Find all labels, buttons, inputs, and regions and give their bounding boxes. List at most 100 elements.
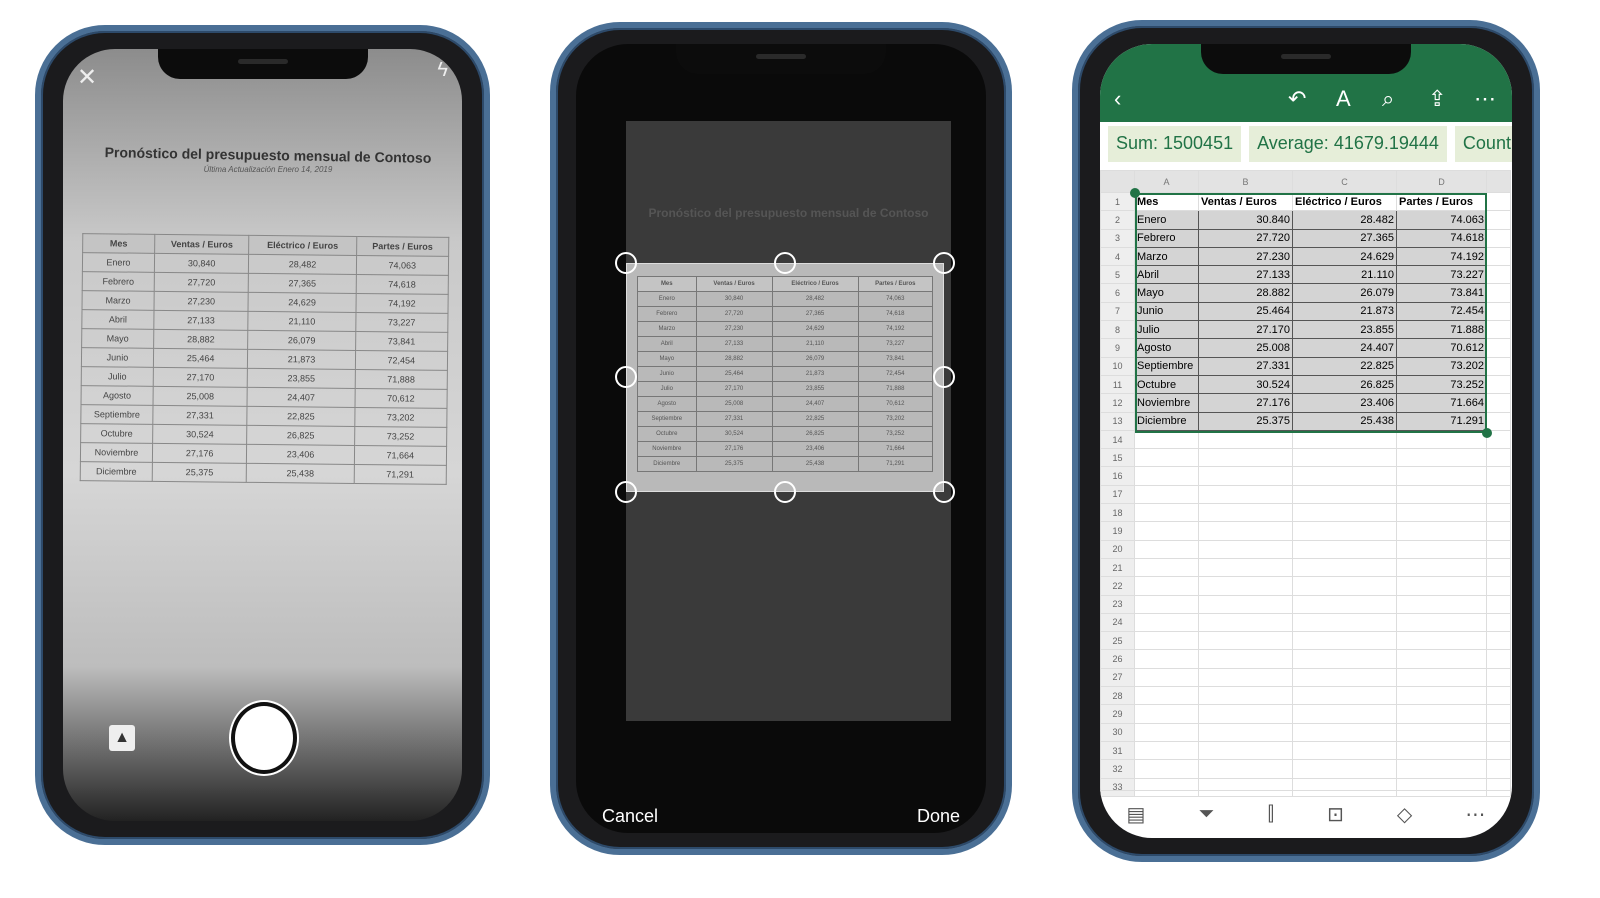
cell[interactable] <box>1292 448 1397 468</box>
cell[interactable] <box>1486 576 1511 596</box>
cell[interactable] <box>1486 466 1511 486</box>
cell[interactable]: 26.825 <box>1292 374 1397 395</box>
cell[interactable] <box>1134 448 1199 468</box>
cell[interactable]: 27.133 <box>1198 265 1293 285</box>
cell[interactable] <box>1198 631 1293 651</box>
cell[interactable]: 25.375 <box>1198 411 1293 431</box>
cell[interactable] <box>1292 484 1397 505</box>
cell[interactable] <box>1198 704 1293 724</box>
crop-handle[interactable] <box>615 481 637 503</box>
cell[interactable] <box>1134 503 1199 523</box>
cell[interactable] <box>1486 356 1511 376</box>
cell[interactable]: 24.407 <box>1292 338 1397 358</box>
cell[interactable]: 24.629 <box>1292 246 1397 267</box>
cell[interactable] <box>1134 576 1199 596</box>
cell[interactable] <box>1486 612 1511 633</box>
cell[interactable] <box>1198 484 1293 505</box>
cell[interactable] <box>1292 429 1397 450</box>
cell[interactable] <box>1198 539 1293 559</box>
cell[interactable]: 70.612 <box>1396 338 1487 358</box>
cell[interactable]: Marzo <box>1134 246 1199 267</box>
share-icon[interactable]: ⇪ <box>1428 86 1446 112</box>
cell[interactable] <box>1396 448 1487 468</box>
cell[interactable] <box>1134 557 1199 578</box>
cell[interactable] <box>1486 320 1511 340</box>
cell[interactable] <box>1292 539 1397 559</box>
cell[interactable]: 73.202 <box>1396 356 1487 376</box>
cell[interactable]: Partes / Euros <box>1396 191 1487 212</box>
cell[interactable] <box>1396 539 1487 559</box>
cell[interactable] <box>1486 759 1511 779</box>
cell[interactable] <box>1486 503 1511 523</box>
table-icon[interactable]: ▤ <box>1127 802 1146 827</box>
cell[interactable] <box>1198 649 1293 669</box>
cell[interactable] <box>1486 301 1511 322</box>
cancel-button[interactable]: Cancel <box>602 806 658 827</box>
cell[interactable] <box>1134 631 1199 651</box>
cell[interactable] <box>1486 191 1511 212</box>
cell[interactable]: Diciembre <box>1134 411 1199 431</box>
cell[interactable]: 25.438 <box>1292 411 1397 431</box>
cell[interactable] <box>1396 686 1487 706</box>
cell[interactable] <box>1486 631 1511 651</box>
cell[interactable]: 23.406 <box>1292 393 1397 413</box>
cell[interactable] <box>1486 686 1511 706</box>
cell[interactable]: 28.482 <box>1292 210 1397 230</box>
cell[interactable] <box>1198 557 1293 578</box>
sort-filter-icon[interactable]: ⏷ <box>1199 803 1215 826</box>
cell[interactable] <box>1396 704 1487 724</box>
cell[interactable] <box>1396 484 1487 505</box>
cell[interactable]: 26.079 <box>1292 283 1397 303</box>
cell[interactable]: 74.618 <box>1396 228 1487 248</box>
cell[interactable]: 21.110 <box>1292 265 1397 285</box>
cell[interactable] <box>1134 521 1199 541</box>
cell[interactable] <box>1198 429 1293 450</box>
cell[interactable] <box>1292 704 1397 724</box>
cell[interactable] <box>1198 759 1293 779</box>
cell[interactable] <box>1292 759 1397 779</box>
cell[interactable]: Septiembre <box>1134 356 1199 376</box>
cell[interactable] <box>1134 704 1199 724</box>
cell[interactable] <box>1396 759 1487 779</box>
cell[interactable] <box>1134 686 1199 706</box>
crop-handle[interactable] <box>933 366 955 388</box>
cell[interactable]: Julio <box>1134 320 1199 340</box>
cell[interactable] <box>1292 557 1397 578</box>
cell[interactable] <box>1396 631 1487 651</box>
cell[interactable]: 74.192 <box>1396 246 1487 267</box>
cell[interactable] <box>1486 722 1511 742</box>
cell[interactable]: 71.888 <box>1396 320 1487 340</box>
cell[interactable] <box>1292 594 1397 614</box>
cell[interactable]: 30.524 <box>1198 374 1293 395</box>
cell[interactable] <box>1486 539 1511 559</box>
more-icon[interactable]: ⋯ <box>1465 802 1485 827</box>
cell[interactable] <box>1486 228 1511 248</box>
back-icon[interactable]: ‹ <box>1114 86 1121 112</box>
selection-handle-end[interactable] <box>1482 428 1492 438</box>
cell[interactable]: 27.331 <box>1198 356 1293 376</box>
cell[interactable] <box>1396 521 1487 541</box>
crop-handle[interactable] <box>615 366 637 388</box>
cell[interactable]: 72.454 <box>1396 301 1487 322</box>
crop-handle[interactable] <box>615 252 637 274</box>
cell[interactable] <box>1486 448 1511 468</box>
cell[interactable]: 27.365 <box>1292 228 1397 248</box>
cell[interactable] <box>1396 466 1487 486</box>
flash-auto-icon[interactable]: ϟ <box>437 59 448 82</box>
cell[interactable]: Eléctrico / Euros <box>1292 191 1397 212</box>
cell[interactable] <box>1292 740 1397 761</box>
insert-row-icon[interactable]: ⊡ <box>1327 802 1344 827</box>
cell[interactable] <box>1396 576 1487 596</box>
cell[interactable]: 73.227 <box>1396 265 1487 285</box>
cell[interactable]: Noviembre <box>1134 393 1199 413</box>
cell[interactable] <box>1134 594 1199 614</box>
search-icon[interactable]: ⌕ <box>1382 86 1394 112</box>
cell[interactable]: 73.841 <box>1396 283 1487 303</box>
cell[interactable] <box>1198 576 1293 596</box>
cell[interactable] <box>1134 539 1199 559</box>
cell[interactable] <box>1486 594 1511 614</box>
cell[interactable] <box>1486 521 1511 541</box>
text-format-icon[interactable]: A <box>1336 86 1351 112</box>
cell[interactable] <box>1198 503 1293 523</box>
image-icon[interactable]: ▲ <box>109 725 135 751</box>
